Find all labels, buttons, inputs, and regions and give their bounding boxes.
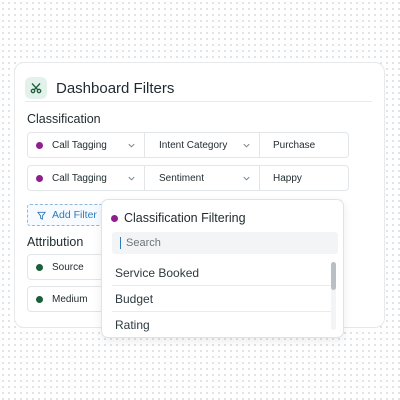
value-select[interactable]: Purchase (259, 132, 349, 158)
scrollbar-thumb[interactable] (331, 262, 336, 290)
page-title: Dashboard Filters (56, 79, 175, 97)
attribution-dot (36, 263, 43, 271)
field-select-value: Call Tagging (52, 172, 107, 184)
value-select[interactable]: Happy (259, 165, 349, 191)
category-select-value: Sentiment (159, 172, 205, 184)
dropdown-title-text: Classification Filtering (124, 211, 246, 225)
classification-label: Classification (27, 112, 101, 126)
field-select[interactable]: Call Tagging (27, 132, 145, 158)
text-caret (120, 237, 121, 249)
classification-filtering-dropdown: Classification Filtering Search Service … (101, 199, 344, 338)
category-select-value: Intent Category (159, 139, 228, 151)
add-filter-label: Add Filter (52, 209, 97, 221)
attribution-label: Attribution (27, 235, 84, 249)
dropdown-option[interactable]: Service Booked (112, 260, 332, 286)
scrollbar-track[interactable] (331, 262, 336, 330)
chevron-down-icon (128, 143, 135, 148)
add-filter-button[interactable]: Add Filter (27, 204, 107, 226)
category-select[interactable]: Sentiment (144, 165, 260, 191)
value-select-value: Purchase (273, 139, 316, 151)
search-placeholder: Search (126, 237, 161, 249)
header-divider (25, 101, 372, 102)
card-header: Dashboard Filters (25, 73, 374, 103)
search-input[interactable]: Search (112, 232, 338, 254)
classification-dot (36, 174, 43, 182)
dropdown-title: Classification Filtering (111, 211, 246, 225)
scissors-icon (25, 77, 47, 99)
category-select[interactable]: Intent Category (144, 132, 260, 158)
attribution-field-value: Source (52, 261, 84, 273)
dropdown-option[interactable]: Budget (112, 286, 332, 312)
classification-filter-row: Call Tagging Intent Category Purchase (27, 132, 349, 158)
dropdown-option[interactable]: Rating (112, 312, 332, 337)
classification-filter-row: Call Tagging Sentiment Happy (27, 165, 349, 191)
field-select-value: Call Tagging (52, 139, 107, 151)
value-select-value: Happy (273, 172, 302, 184)
attribution-dot (36, 295, 43, 303)
chevron-down-icon (128, 176, 135, 181)
chevron-down-icon (243, 143, 250, 148)
classification-dot (111, 214, 118, 222)
field-select[interactable]: Call Tagging (27, 165, 145, 191)
filter-icon (37, 211, 46, 220)
dropdown-options: Service Booked Budget Rating (112, 260, 332, 337)
attribution-field-value: Medium (52, 293, 88, 305)
chevron-down-icon (243, 176, 250, 181)
classification-dot (36, 141, 43, 149)
